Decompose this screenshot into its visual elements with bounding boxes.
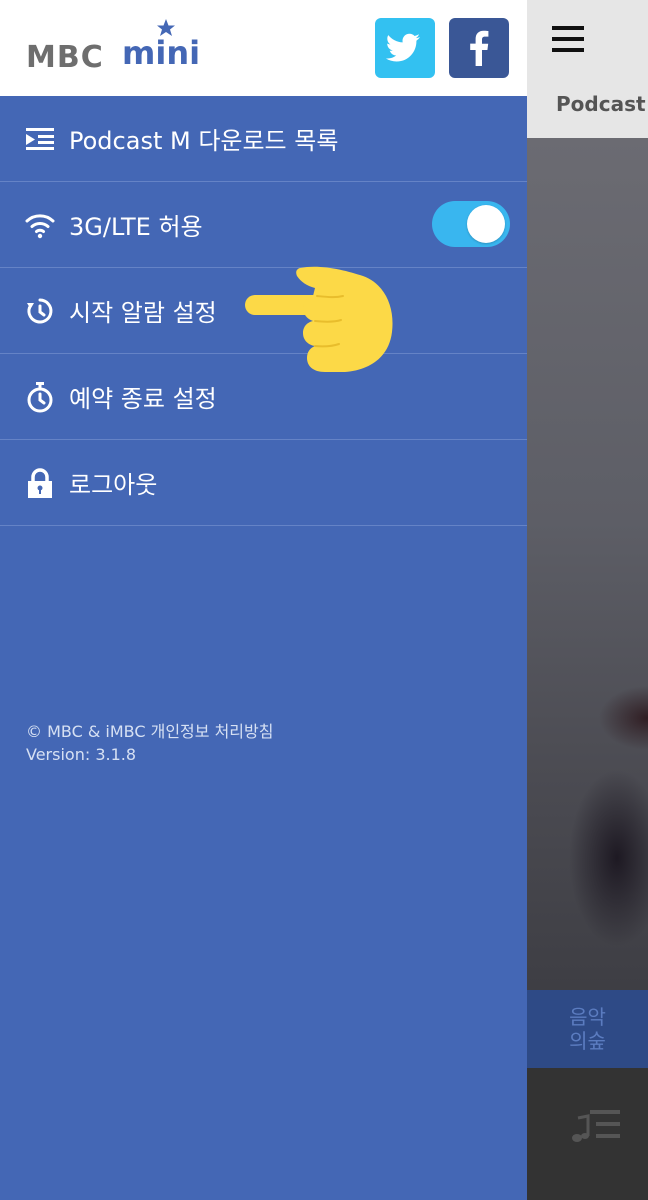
menu-item-label: 로그아웃 <box>69 471 158 499</box>
lock-icon <box>28 467 52 498</box>
3g-lte-toggle[interactable] <box>432 201 510 247</box>
playlist-icon[interactable] <box>572 1106 622 1146</box>
background-tab-podcast[interactable]: Podcast M <box>556 92 648 116</box>
twitter-bird-icon <box>385 33 420 62</box>
star-icon <box>157 19 175 36</box>
background-photo: 보이 <box>527 138 648 1093</box>
menu-item-label: 시작 알람 설정 <box>69 299 217 327</box>
version-text: Version: 3.1.8 <box>26 745 137 764</box>
alarm-icon <box>27 298 53 323</box>
mbc-mini-logo: MBC mini <box>26 19 206 78</box>
background-app: Podcast M 보이 음악 의숲 <box>527 0 648 1200</box>
toggle-knob <box>467 205 505 243</box>
drawer-footer: © MBC & iMBC 개인정보 처리방침 Version: 3.1.8 <box>26 720 273 766</box>
wifi-icon <box>25 213 55 238</box>
download-list-icon <box>26 127 54 150</box>
logo-mbc-text: MBC <box>26 40 104 75</box>
stopwatch-icon <box>27 381 53 412</box>
menu-item-logout[interactable]: 로그아웃 <box>0 440 527 526</box>
music-button-line-2: 의숲 <box>569 1029 606 1053</box>
drawer-header: MBC mini <box>0 0 527 96</box>
hamburger-menu-icon[interactable] <box>552 26 584 52</box>
copyright-privacy-link[interactable]: © MBC & iMBC 개인정보 처리방침 <box>26 720 273 743</box>
background-bottom-bar <box>527 1068 648 1200</box>
menu-item-label: 예약 종료 설정 <box>69 385 217 413</box>
background-topbar: Podcast M <box>527 0 648 138</box>
navigation-drawer: MBC mini Podcast M 다운로드 목록 3G/LTE 허용 시작 … <box>0 0 527 1200</box>
menu-item-label: 3G/LTE 허용 <box>69 213 203 241</box>
music-forest-button[interactable]: 음악 의숲 <box>527 990 648 1068</box>
pointing-hand-icon <box>245 266 393 372</box>
menu-item-download-list[interactable]: Podcast M 다운로드 목록 <box>0 96 527 182</box>
logo-mini-text: mini <box>122 34 201 72</box>
music-button-line-1: 음악 <box>569 1005 606 1029</box>
facebook-f-icon <box>470 30 489 66</box>
menu-item-label: Podcast M 다운로드 목록 <box>69 127 339 155</box>
twitter-button[interactable] <box>375 18 435 78</box>
facebook-button[interactable] <box>449 18 509 78</box>
